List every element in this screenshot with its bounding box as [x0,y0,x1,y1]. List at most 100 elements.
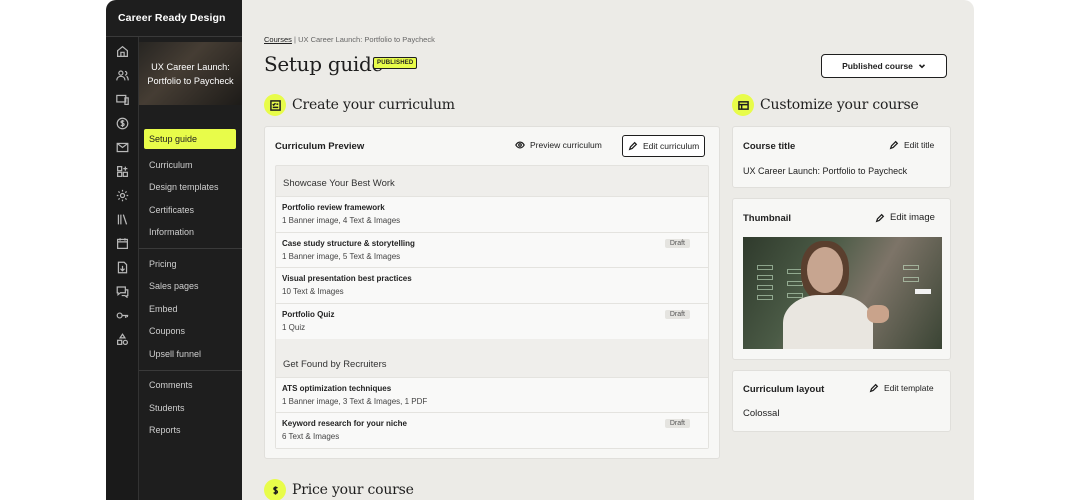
section-curriculum-title: Create your curriculum [292,97,455,113]
nav-upsell-funnel[interactable]: Upsell funnel [144,344,236,364]
status-badge: PUBLISHED [373,57,418,69]
nav-reports[interactable]: Reports [144,420,236,440]
breadcrumb: Courses | UX Career Launch: Portfolio to… [264,35,435,44]
breadcrumb-current: UX Career Launch: Portfolio to Paycheck [298,35,435,44]
nav-comments[interactable]: Comments [144,375,236,395]
lesson-meta: 6 Text & Images [282,432,340,441]
edit-template-label: Edit template [884,383,934,393]
thumbnail-card: Thumbnail Edit image [732,198,951,360]
preview-curriculum-button[interactable]: Preview curriculum [515,140,602,150]
breadcrumb-courses-link[interactable]: Courses [264,35,292,44]
calendar-icon[interactable] [114,235,130,251]
lesson-row[interactable]: Portfolio Quiz 1 Quiz Draft [276,303,708,339]
published-course-label: Published course [842,61,913,71]
apps-icon[interactable] [114,163,130,179]
nav-coupons[interactable]: Coupons [144,321,236,341]
edit-curriculum-label: Edit curriculum [643,141,700,151]
lesson-row[interactable]: Keyword research for your niche 6 Text &… [276,412,708,448]
nav-students[interactable]: Students [144,398,236,418]
edit-template-button[interactable]: Edit template [869,383,934,393]
course-title-card: Course title Edit title UX Career Launch… [732,126,951,188]
nav-embed[interactable]: Embed [144,299,236,319]
nav-pricing[interactable]: Pricing [144,254,236,274]
lesson-meta: 1 Banner image, 3 Text & Images, 1 PDF [282,397,428,406]
lesson-meta: 1 Quiz [282,323,306,332]
chapter-title: Get Found by Recruiters [283,359,387,370]
edit-title-button[interactable]: Edit title [889,140,934,150]
devices-icon[interactable] [114,91,130,107]
thumbnail-image [743,237,942,349]
section-price-header: Price your course [264,479,414,500]
lesson-row[interactable]: Portfolio review framework 1 Banner imag… [276,196,708,232]
home-icon[interactable] [114,43,130,59]
section-customize-title: Customize your course [760,97,919,113]
course-title-label: Course title [743,141,796,152]
main-content: Courses | UX Career Launch: Portfolio to… [242,0,974,500]
course-thumbnail[interactable]: UX Career Launch: Portfolio to Paycheck [139,42,242,105]
curriculum-preview-card: Curriculum Preview Preview curriculum Ed… [264,126,720,459]
nav-information[interactable]: Information [144,222,236,242]
nav-certificates[interactable]: Certificates [144,200,236,220]
dollar-icon[interactable] [114,115,130,131]
lesson-row[interactable]: Case study structure & storytelling 1 Ba… [276,232,708,268]
lesson-title: Keyword research for your niche [282,419,407,428]
download-icon[interactable] [114,259,130,275]
pencil-icon [628,141,638,151]
page-title: Setup guide [264,52,384,76]
chapter-title: Showcase Your Best Work [283,178,395,189]
preview-curriculum-label: Preview curriculum [530,140,602,150]
lesson-meta: 1 Banner image, 4 Text & Images [282,216,401,225]
draft-badge: Draft [664,310,690,319]
nav-sales-pages[interactable]: Sales pages [144,276,236,296]
lesson-meta: 1 Banner image, 5 Text & Images [282,252,401,261]
curriculum-layout-value: Colossal [743,408,780,419]
nav-design-templates[interactable]: Design templates [144,177,236,197]
curriculum-list: Showcase Your Best Work Portfolio review… [275,165,709,449]
chevron-down-icon [918,64,925,69]
nav-divider [139,370,242,371]
published-course-dropdown[interactable]: Published course [821,54,947,78]
mail-icon[interactable] [114,139,130,155]
icon-rail [106,37,139,500]
chat-icon[interactable] [114,283,130,299]
edit-curriculum-button[interactable]: Edit curriculum [622,135,706,157]
lesson-title: Portfolio Quiz [282,310,335,319]
section-price-title: Price your course [292,482,414,498]
lesson-title: ATS optimization techniques [282,384,392,393]
pencil-icon [869,383,879,393]
brand-name: Career Ready Design [118,12,226,24]
lesson-meta: 10 Text & Images [282,287,344,296]
draft-badge: Draft [664,239,690,248]
draft-badge: Draft [664,419,690,428]
layout-icon [732,94,754,116]
thumbnail-label: Thumbnail [743,213,792,224]
lesson-row[interactable]: ATS optimization techniques 1 Banner ima… [276,377,708,413]
key-icon[interactable] [114,307,130,323]
nav-curriculum[interactable]: Curriculum [144,155,236,175]
app-window: Career Ready Design UX Career Launch: Po… [106,0,974,500]
shapes-icon[interactable] [114,331,130,347]
course-title-value: UX Career Launch: Portfolio to Paycheck [743,166,908,176]
checklist-icon [264,94,286,116]
library-icon[interactable] [114,211,130,227]
section-curriculum-header: Create your curriculum [264,94,455,116]
pencil-icon [889,140,899,150]
edit-title-label: Edit title [904,140,935,150]
lesson-title: Portfolio review framework [282,203,385,212]
gear-icon[interactable] [114,187,130,203]
users-icon[interactable] [114,67,130,83]
course-thumbnail-title: UX Career Launch: Portfolio to Paycheck [147,62,234,86]
lesson-row[interactable]: Visual presentation best practices 10 Te… [276,267,708,303]
edit-image-label: Edit image [890,212,935,223]
lesson-title: Case study structure & storytelling [282,239,415,248]
nav-setup-guide[interactable]: Setup guide [144,129,236,149]
curriculum-layout-label: Curriculum layout [743,384,825,395]
nav-divider [139,248,242,249]
edit-image-button[interactable]: Edit image [875,212,935,223]
lesson-title: Visual presentation best practices [282,274,412,283]
eye-icon [515,141,525,149]
dollar-icon [264,479,286,500]
section-customize-header: Customize your course [732,94,919,116]
sidebar: Career Ready Design UX Career Launch: Po… [106,0,242,500]
curriculum-preview-title: Curriculum Preview [275,141,365,152]
